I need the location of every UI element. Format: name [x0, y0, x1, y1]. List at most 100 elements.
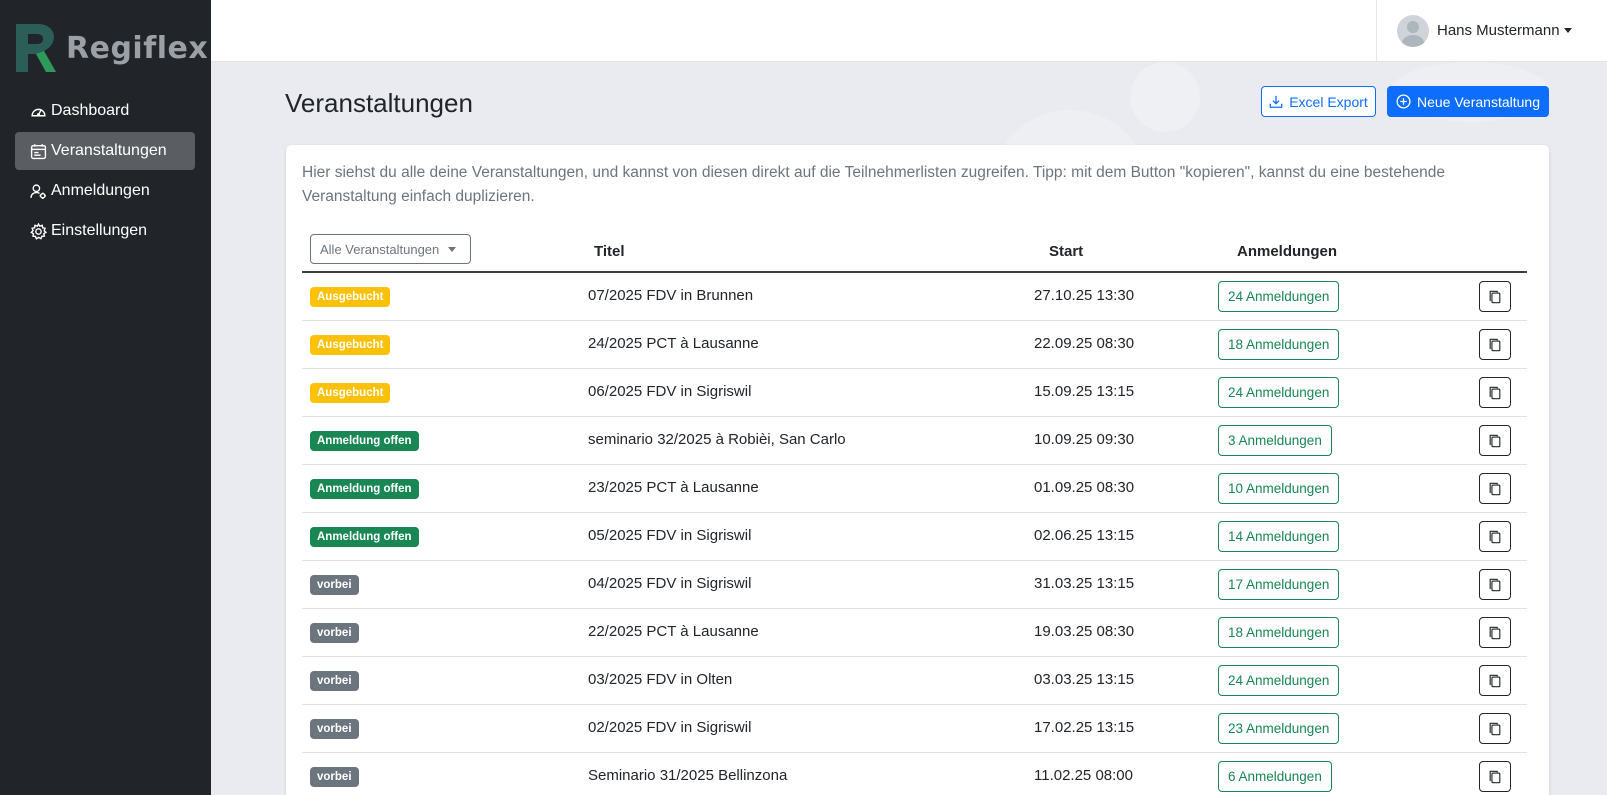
status-badge: vorbei [310, 767, 359, 787]
copy-icon [1489, 338, 1501, 351]
registrations-button[interactable]: 3 Anmeldungen [1218, 425, 1332, 456]
registrations-button[interactable]: 24 Anmeldungen [1218, 665, 1340, 696]
copy-icon [1489, 530, 1501, 543]
regiflex-logo-icon [16, 24, 56, 72]
copy-icon [1489, 770, 1501, 783]
event-start: 17.02.25 13:15 [1034, 719, 1135, 736]
table-row: vorbei 02/2025 FDV in Sigriswil 17.02.25… [302, 705, 1527, 753]
event-start: 31.03.25 13:15 [1034, 575, 1135, 592]
table-row: vorbei 04/2025 FDV in Sigriswil 31.03.25… [302, 561, 1527, 609]
copy-button[interactable] [1479, 329, 1511, 360]
copy-button[interactable] [1479, 281, 1511, 312]
table-row: vorbei Seminario 31/2025 Bellinzona 11.0… [302, 753, 1527, 795]
sidebar-item-veranstaltungen[interactable]: Veranstaltungen [15, 132, 195, 170]
table-row: Ausgebucht 24/2025 PCT à Lausanne 22.09.… [302, 321, 1527, 369]
intro-text: Hier siehst du alle deine Veranstaltunge… [302, 164, 1445, 205]
event-title: 07/2025 FDV in Brunnen [588, 287, 754, 304]
event-title: 05/2025 FDV in Sigriswil [588, 527, 752, 544]
column-header-start: Start [1049, 243, 1084, 260]
table-row: Anmeldung offen 23/2025 PCT à Lausanne 0… [302, 465, 1527, 513]
event-title: 02/2025 FDV in Sigriswil [588, 719, 752, 736]
table-row: Anmeldung offen seminario 32/2025 à Robi… [302, 417, 1527, 465]
event-start: 01.09.25 08:30 [1034, 479, 1135, 496]
sidebar: Regiflex Dashboard Veranstaltungen Anmel… [0, 0, 211, 795]
registrations-button[interactable]: 24 Anmeldungen [1218, 377, 1340, 408]
chevron-down-icon [1563, 28, 1572, 33]
status-badge: vorbei [310, 575, 359, 595]
registrations-button[interactable]: 23 Anmeldungen [1218, 713, 1340, 744]
table-row: Ausgebucht 07/2025 FDV in Brunnen 27.10.… [302, 273, 1527, 321]
event-start: 22.09.25 08:30 [1034, 335, 1135, 352]
registrations-button[interactable]: 17 Anmeldungen [1218, 569, 1340, 600]
registrations-button[interactable]: 24 Anmeldungen [1218, 281, 1340, 312]
sidebar-item-label: Dashboard [51, 102, 130, 119]
copy-button[interactable] [1479, 617, 1511, 648]
event-start: 03.03.25 13:15 [1034, 671, 1135, 688]
download-icon [1269, 95, 1283, 108]
copy-button[interactable] [1479, 377, 1511, 408]
status-badge: vorbei [310, 671, 359, 691]
person-gear-icon [30, 183, 46, 199]
copy-icon [1489, 290, 1501, 303]
sidebar-item-einstellungen[interactable]: Einstellungen [15, 212, 195, 250]
new-event-button[interactable]: Neue Veranstaltung [1387, 86, 1549, 117]
excel-export-button[interactable]: Excel Export [1261, 86, 1376, 117]
sidebar-item-label: Veranstaltungen [51, 142, 167, 159]
column-header-title: Titel [594, 243, 625, 260]
user-menu[interactable]: Hans Mustermann [1376, 0, 1607, 61]
table-row: Ausgebucht 06/2025 FDV in Sigriswil 15.0… [302, 369, 1527, 417]
status-badge: Ausgebucht [310, 383, 391, 403]
copy-icon [1489, 482, 1501, 495]
copy-button[interactable] [1479, 521, 1511, 552]
event-title: seminario 32/2025 à Robièi, San Carlo [588, 431, 846, 448]
event-start: 27.10.25 13:30 [1034, 287, 1135, 304]
copy-button[interactable] [1479, 569, 1511, 600]
event-start: 11.02.25 08:00 [1034, 767, 1133, 784]
status-badge: vorbei [310, 719, 359, 739]
sidebar-nav: Dashboard Veranstaltungen Anmeldungen Ei… [15, 92, 195, 252]
app-logo[interactable]: Regiflex [14, 24, 208, 72]
registrations-button[interactable]: 10 Anmeldungen [1218, 473, 1340, 504]
sidebar-item-label: Einstellungen [51, 222, 148, 239]
copy-icon [1489, 578, 1501, 591]
plus-circle-icon [1396, 94, 1411, 109]
gear-icon [30, 222, 47, 240]
registrations-button[interactable]: 14 Anmeldungen [1218, 521, 1340, 552]
event-title: 22/2025 PCT à Lausanne [588, 623, 759, 640]
table-row: vorbei 03/2025 FDV in Olten 03.03.25 13:… [302, 657, 1527, 705]
table-row: vorbei 22/2025 PCT à Lausanne 19.03.25 0… [302, 609, 1527, 657]
copy-icon [1489, 626, 1501, 639]
new-event-label: Neue Veranstaltung [1417, 93, 1540, 110]
status-badge: Anmeldung offen [310, 431, 419, 451]
speedometer-icon [31, 108, 46, 116]
registrations-button[interactable]: 18 Anmeldungen [1218, 329, 1340, 360]
background-decoration [1130, 62, 1200, 132]
event-title: 04/2025 FDV in Sigriswil [588, 575, 752, 592]
topbar: Hans Mustermann [211, 0, 1607, 62]
user-name: Hans Mustermann [1437, 22, 1560, 39]
status-badge: Ausgebucht [310, 335, 391, 355]
copy-button[interactable] [1479, 425, 1511, 456]
copy-icon [1489, 434, 1501, 447]
registrations-button[interactable]: 6 Anmeldungen [1218, 761, 1332, 792]
registrations-button[interactable]: 18 Anmeldungen [1218, 617, 1340, 648]
sidebar-item-anmeldungen[interactable]: Anmeldungen [15, 172, 195, 210]
event-filter-value: Alle Veranstaltungen [320, 241, 440, 257]
copy-button[interactable] [1479, 713, 1511, 744]
events-card: Hier siehst du alle deine Veranstaltunge… [286, 145, 1549, 795]
copy-button[interactable] [1479, 665, 1511, 696]
calendar-icon [30, 143, 47, 159]
sidebar-item-dashboard[interactable]: Dashboard [15, 92, 195, 130]
status-badge: Anmeldung offen [310, 527, 419, 547]
app-name: Regiflex [66, 30, 209, 66]
copy-button[interactable] [1479, 761, 1511, 792]
event-title: 23/2025 PCT à Lausanne [588, 479, 759, 496]
copy-button[interactable] [1479, 473, 1511, 504]
event-title: Seminario 31/2025 Bellinzona [588, 767, 788, 784]
event-start: 02.06.25 13:15 [1034, 527, 1135, 544]
event-filter-dropdown[interactable]: Alle Veranstaltungen [310, 234, 471, 264]
event-title: 24/2025 PCT à Lausanne [588, 335, 759, 352]
event-start: 19.03.25 08:30 [1034, 623, 1135, 640]
page-title: Veranstaltungen [285, 88, 473, 118]
status-badge: Anmeldung offen [310, 479, 419, 499]
